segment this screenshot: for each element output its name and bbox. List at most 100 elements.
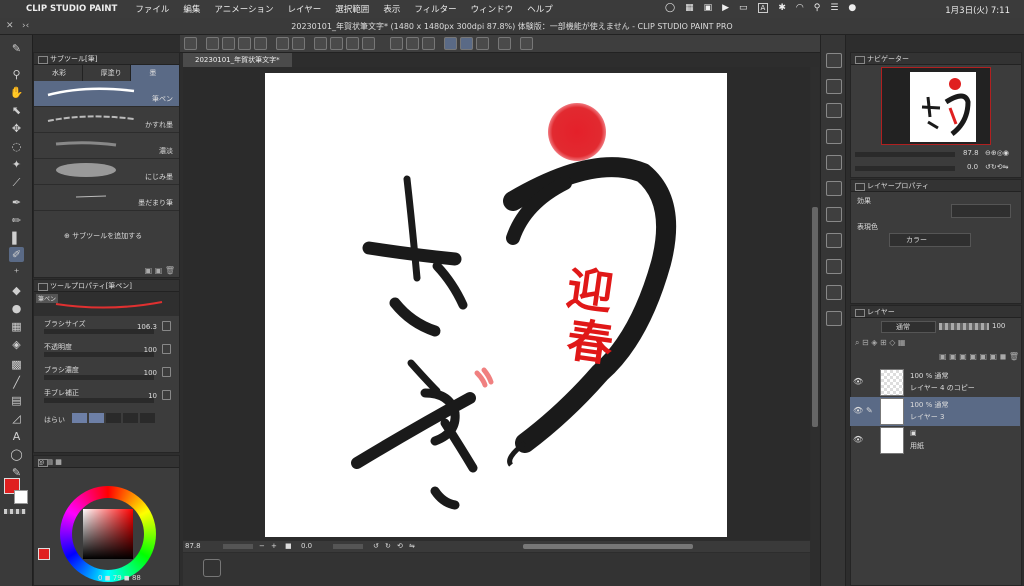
- stabilization-chevron-icon[interactable]: [162, 390, 171, 400]
- color-slider-tab-icon[interactable]: ▤: [46, 458, 53, 466]
- fit-icon[interactable]: ■: [285, 541, 292, 552]
- fill-tool-icon[interactable]: ◈: [9, 337, 24, 352]
- expand-icon[interactable]: ›‹: [22, 18, 29, 35]
- navigator-zoom-buttons-icon[interactable]: ⊖⊕◎◉: [985, 149, 1009, 157]
- pencil-icon[interactable]: ✏: [9, 213, 24, 228]
- siri-icon[interactable]: ●: [848, 3, 856, 13]
- settings-icon[interactable]: [520, 37, 533, 50]
- layer-opacity-slider[interactable]: [939, 323, 989, 330]
- show-selection-icon[interactable]: [422, 37, 435, 50]
- zoom-out-icon[interactable]: −: [259, 541, 265, 552]
- display-color-select[interactable]: カラー: [889, 233, 971, 247]
- import-subtool-icon[interactable]: ▣: [155, 266, 163, 275]
- delete-subtool-icon[interactable]: 🗑: [165, 266, 175, 275]
- harai-option-button[interactable]: [140, 413, 155, 423]
- clear-icon[interactable]: [330, 37, 343, 50]
- stabilization-slider[interactable]: [44, 398, 154, 403]
- vertical-scrollbar-thumb[interactable]: [812, 207, 818, 427]
- material-icon[interactable]: [826, 103, 842, 118]
- menu-animation[interactable]: アニメーション: [214, 3, 273, 15]
- material-icon[interactable]: [826, 207, 842, 222]
- display-icon[interactable]: ▭: [739, 3, 748, 13]
- pen-icon[interactable]: ✎: [9, 41, 24, 56]
- navigator-rotation-value[interactable]: 0.0: [967, 163, 978, 171]
- fill-icon[interactable]: [346, 37, 359, 50]
- eye-icon[interactable]: 👁: [853, 435, 863, 444]
- navigator-rotation-slider[interactable]: [855, 166, 955, 171]
- pen-tool-icon[interactable]: ✒: [9, 195, 24, 210]
- layer-row-layer3[interactable]: 👁 ✎ 100 % 通常 レイヤー 3: [850, 397, 1020, 426]
- snap-ruler-icon[interactable]: [444, 37, 457, 50]
- rotate-left-icon[interactable]: ↺: [373, 541, 379, 552]
- eraser-icon[interactable]: ◆: [9, 283, 24, 298]
- brush-size-slider[interactable]: [44, 329, 154, 334]
- zoom-icon[interactable]: ⚲: [9, 67, 24, 82]
- menu-edit[interactable]: 編集: [183, 3, 200, 15]
- tab-watercolor[interactable]: 水彩: [34, 65, 83, 81]
- reset-rotation-icon[interactable]: ⟲: [397, 541, 403, 552]
- clip-studio-ask-icon[interactable]: [498, 37, 511, 50]
- navigator-zoom-slider[interactable]: [855, 152, 955, 157]
- control-center-icon[interactable]: ☰: [830, 3, 838, 13]
- balloon-icon[interactable]: ◯: [9, 447, 24, 462]
- input-mode-icon[interactable]: A: [757, 3, 769, 13]
- layer-row-paper[interactable]: 👁 ▣ 用紙: [850, 426, 1020, 455]
- navigator-toggle-icon[interactable]: [826, 53, 842, 68]
- close-icon[interactable]: ✕: [6, 18, 14, 35]
- menu-file[interactable]: ファイル: [135, 3, 169, 15]
- color-set-tab-icon[interactable]: ▦: [55, 458, 62, 466]
- brush-kasure-sumi[interactable]: かすれ墨: [34, 107, 179, 133]
- new-file-icon[interactable]: [206, 37, 219, 50]
- bluetooth-icon[interactable]: ✱: [778, 3, 786, 13]
- sub-color-swatch[interactable]: [14, 490, 28, 504]
- menu-filter[interactable]: フィルター: [414, 3, 456, 15]
- opacity-row[interactable]: 不透明度 100: [34, 339, 179, 362]
- airbrush-icon[interactable]: ⁺: [9, 265, 24, 280]
- eyedropper-icon[interactable]: ⟋: [9, 175, 24, 190]
- brush-size-row[interactable]: ブラシサイズ 106.3: [34, 316, 179, 339]
- material-icon[interactable]: [826, 259, 842, 274]
- layer-row-layer4-copy[interactable]: 👁 100 % 通常 レイヤー 4 のコピー: [850, 368, 1020, 397]
- brush-sumidamari[interactable]: 墨だまり筆: [34, 185, 179, 211]
- text-icon[interactable]: A: [9, 429, 24, 444]
- brush-noutan[interactable]: 濃淡: [34, 133, 179, 159]
- deselect-icon[interactable]: [390, 37, 403, 50]
- undo-icon[interactable]: [276, 37, 289, 50]
- add-subtool-button[interactable]: ⊕ サブツールを追加する: [64, 231, 142, 241]
- opacity-slider[interactable]: [44, 352, 154, 357]
- blend-icon[interactable]: ●: [9, 301, 24, 316]
- zoom-value[interactable]: 87.8: [185, 541, 201, 552]
- hue-ring[interactable]: [60, 486, 156, 582]
- export-icon[interactable]: [254, 37, 267, 50]
- operation-icon[interactable]: ⬉: [9, 103, 24, 118]
- rotation-slider[interactable]: [333, 544, 363, 549]
- material-icon[interactable]: [826, 129, 842, 144]
- save-icon[interactable]: [238, 37, 251, 50]
- layer-opacity-value[interactable]: 100: [992, 322, 1005, 330]
- rotation-value[interactable]: 0.0: [301, 541, 312, 552]
- effect-buttons[interactable]: [951, 204, 1011, 218]
- clip-studio-icon[interactable]: [184, 37, 197, 50]
- line-icon[interactable]: ╱: [9, 375, 24, 390]
- harai-end-button[interactable]: [89, 413, 104, 423]
- wifi-icon[interactable]: ◠: [796, 3, 804, 13]
- ruler-icon[interactable]: ◿: [9, 411, 24, 426]
- layer-lock-icons[interactable]: ⌕ ⊟ ◈ ⊞ ◇ ▦: [855, 338, 905, 347]
- opacity-pressure-icon[interactable]: [162, 344, 171, 354]
- harai-option-button[interactable]: [106, 413, 121, 423]
- fude-icon[interactable]: ▌: [9, 231, 24, 246]
- transparent-color-swatch[interactable]: [4, 509, 26, 514]
- harai-row[interactable]: はらい: [34, 408, 179, 431]
- eye-icon[interactable]: 👁: [853, 377, 863, 386]
- snap-grid-icon[interactable]: [476, 37, 489, 50]
- material-icon[interactable]: [826, 155, 842, 170]
- app-name[interactable]: CLIP STUDIO PAINT: [26, 4, 117, 14]
- snap-special-ruler-icon[interactable]: [460, 37, 473, 50]
- material-icon[interactable]: [826, 79, 842, 94]
- menu-layer[interactable]: レイヤー: [288, 3, 322, 15]
- material-icon[interactable]: [826, 233, 842, 248]
- search-icon[interactable]: ⚲: [814, 3, 821, 13]
- saturation-square[interactable]: [83, 509, 133, 559]
- invert-selection-icon[interactable]: [406, 37, 419, 50]
- density-row[interactable]: ブラシ濃度 100: [34, 362, 179, 385]
